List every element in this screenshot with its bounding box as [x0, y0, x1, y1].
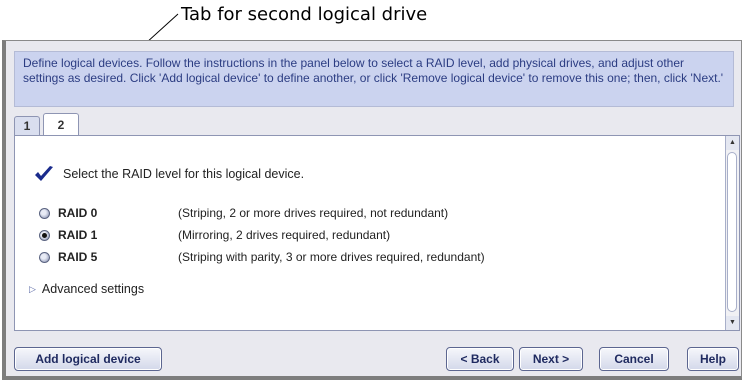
raid-description: (Striping, 2 or more drives required, no…	[178, 206, 449, 220]
add-logical-device-button[interactable]: Add logical device	[14, 347, 162, 371]
callout-text: Tab for second logical drive	[181, 4, 428, 25]
vertical-scrollbar[interactable]: ▲ ▼	[725, 136, 739, 330]
raid-option-0[interactable]: RAID 0 (Striping, 2 or more drives requi…	[39, 204, 448, 222]
advanced-settings-toggle[interactable]: ▷ Advanced settings	[29, 282, 144, 296]
radio-raid0-icon[interactable]	[39, 207, 50, 219]
next-button[interactable]: Next >	[519, 347, 583, 371]
raid-description: (Mirroring, 2 drives required, redundant…	[178, 228, 391, 242]
radio-raid5-icon[interactable]	[39, 251, 50, 263]
scroll-up-icon[interactable]: ▲	[726, 136, 739, 150]
raid-option-1[interactable]: RAID 1 (Mirroring, 2 drives required, re…	[39, 226, 390, 244]
raid-prompt: Select the RAID level for this logical d…	[33, 164, 304, 184]
raid-name: RAID 1	[58, 228, 98, 242]
cancel-button[interactable]: Cancel	[599, 347, 669, 371]
raid-description: (Striping with parity, 3 or more drives …	[178, 250, 485, 264]
back-button[interactable]: < Back	[446, 347, 514, 371]
tab-2[interactable]: 2	[43, 113, 79, 137]
callout: Tab for second logical drive	[0, 0, 746, 122]
advanced-settings-label[interactable]: Advanced settings	[42, 282, 144, 296]
radio-raid1-icon[interactable]	[39, 229, 50, 241]
check-icon	[35, 166, 53, 181]
raid-name: RAID 0	[58, 206, 98, 220]
raid-option-5[interactable]: RAID 5 (Striping with parity, 3 or more …	[39, 248, 485, 266]
scroll-down-icon[interactable]: ▼	[726, 316, 739, 330]
raid-panel: Select the RAID level for this logical d…	[14, 135, 740, 331]
help-button[interactable]: Help	[687, 347, 739, 371]
raid-name: RAID 5	[58, 250, 98, 264]
triangle-right-icon[interactable]: ▷	[29, 284, 36, 295]
scroll-thumb[interactable]	[727, 152, 737, 312]
logical-device-window: Define logical devices. Follow the instr…	[2, 40, 742, 380]
raid-prompt-text: Select the RAID level for this logical d…	[63, 167, 305, 181]
instructions-text: Define logical devices. Follow the instr…	[14, 51, 734, 107]
tab-1[interactable]: 1	[14, 116, 40, 136]
